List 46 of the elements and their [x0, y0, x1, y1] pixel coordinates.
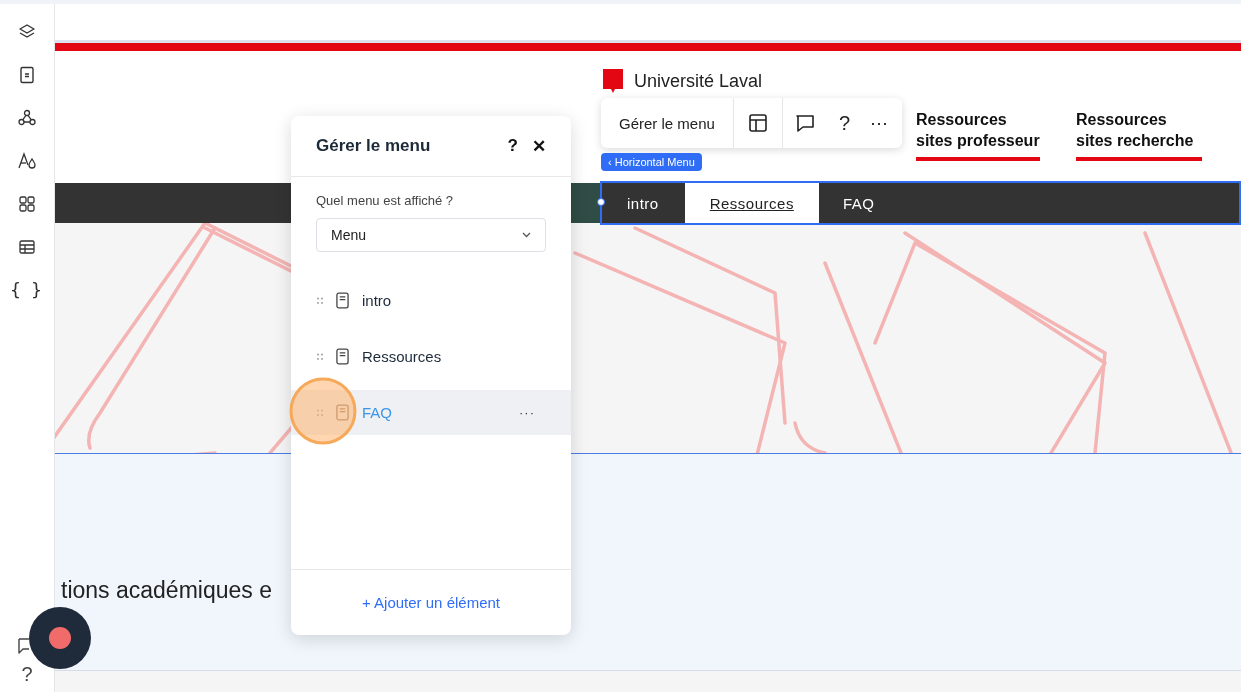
layout-icon	[747, 113, 768, 133]
nodes-icon[interactable]	[17, 108, 37, 128]
logo-text: Université Laval	[634, 70, 763, 92]
horizontal-menu[interactable]: intro Ressources FAQ	[600, 181, 1241, 225]
chevron-down-icon	[522, 232, 531, 238]
page-icon[interactable]	[17, 65, 37, 85]
drag-handle-icon[interactable]	[317, 408, 323, 417]
menu-list-item[interactable]: FAQ ···	[291, 390, 571, 435]
comment-icon[interactable]	[18, 638, 29, 654]
menu-item[interactable]: intro	[602, 183, 685, 223]
help-icon[interactable]: ?	[21, 663, 33, 686]
help-button[interactable]: ?	[507, 136, 518, 156]
element-tag[interactable]: ‹ Horizontal Menu	[601, 153, 702, 171]
font-drop-icon[interactable]	[17, 151, 37, 171]
page-icon	[336, 292, 349, 309]
item-label: intro	[362, 292, 393, 309]
item-label: Ressources	[362, 348, 443, 365]
manage-menu-button[interactable]: Gérer le menu	[601, 98, 734, 148]
logo-flag-icon	[602, 68, 624, 94]
menu-item[interactable]: FAQ	[818, 183, 899, 223]
field-label: Quel menu est affiché ?	[316, 193, 455, 208]
menu-item[interactable]: Ressources	[684, 183, 819, 223]
more-icon[interactable]: ···	[519, 405, 535, 420]
page-icon	[336, 348, 349, 365]
apps-grid-icon[interactable]	[17, 194, 37, 214]
menu-list-item[interactable]: intro	[291, 278, 571, 323]
help-button[interactable]: ?	[826, 98, 862, 148]
code-braces-icon[interactable]: { }	[9, 280, 45, 300]
panel-title: Gérer le menu	[316, 136, 432, 156]
header-link[interactable]: Ressources sites professeur	[916, 109, 1040, 161]
header-link[interactable]: Ressources sites recherche	[1076, 109, 1202, 161]
drag-handle-icon[interactable]	[317, 296, 323, 305]
drag-handle-icon[interactable]	[317, 352, 323, 361]
more-button[interactable]: ⋯	[862, 98, 902, 148]
close-button[interactable]: ✕	[532, 135, 546, 157]
menu-list-item[interactable]: Ressources	[291, 334, 571, 379]
page-icon	[336, 404, 349, 421]
resize-handle[interactable]	[597, 198, 605, 206]
menu-strip	[570, 183, 600, 223]
table-icon[interactable]	[17, 237, 37, 257]
comment-icon	[794, 113, 815, 133]
body-text: tions académiques e	[61, 577, 272, 604]
add-item-link[interactable]: + Ajouter un élément	[356, 593, 506, 612]
item-label: FAQ	[362, 404, 393, 421]
menu-dropdown[interactable]: Menu	[316, 218, 546, 252]
click-indicator	[289, 377, 357, 445]
